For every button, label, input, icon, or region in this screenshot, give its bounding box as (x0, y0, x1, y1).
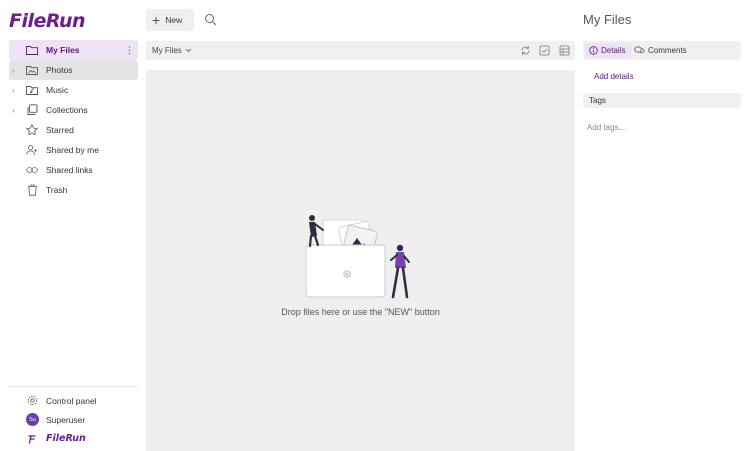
photo-icon (26, 64, 38, 76)
collections-icon (26, 104, 38, 116)
add-tags-input[interactable]: Add tags... (587, 123, 625, 132)
new-button-label: New (165, 15, 183, 25)
chevron-right-icon[interactable]: › (12, 66, 18, 75)
sidebar-item-label: Trash (46, 185, 68, 195)
chevron-right-icon[interactable]: › (12, 106, 18, 115)
user-share-icon (26, 144, 38, 156)
view-mode-icon[interactable] (559, 45, 570, 56)
gear-icon (26, 395, 38, 407)
sidebar-item-my-files[interactable]: My Files ⋮ (9, 40, 138, 60)
search-button[interactable] (203, 12, 219, 28)
new-button[interactable]: + New (146, 9, 194, 31)
empty-folder-illustration (305, 215, 410, 299)
tab-details-label: Details (601, 46, 626, 55)
avatar: Su (26, 413, 39, 426)
sidebar-item-label: My Files (46, 45, 80, 55)
control-panel-link[interactable]: Control panel (9, 391, 138, 410)
sidebar-item-label: Music (46, 85, 69, 95)
star-icon (26, 124, 38, 136)
info-icon (589, 46, 598, 55)
filerun-logo-icon (26, 433, 38, 445)
search-icon (205, 14, 217, 26)
sidebar-item-shared-links[interactable]: Shared links (9, 160, 138, 180)
sidebar: FileRun My Files ⋮ › Photos › Music › Co… (0, 0, 146, 451)
control-panel-label: Control panel (46, 395, 97, 406)
sidebar-item-music[interactable]: › Music (9, 80, 138, 100)
details-panel-title: My Files (583, 12, 632, 27)
footer-brand-text: FileRun (46, 433, 86, 444)
sidebar-footer: Control panel Su Superuser FileRun (9, 386, 138, 448)
chevron-right-icon[interactable]: › (12, 86, 18, 95)
details-tabs: Details Comments (583, 41, 741, 60)
sidebar-item-label: Shared links (46, 165, 93, 175)
sidebar-item-starred[interactable]: Starred (9, 120, 138, 140)
breadcrumb-current: My Files (152, 46, 182, 55)
file-drop-zone[interactable]: Drop files here or use the "NEW" button (146, 70, 575, 451)
app-root: FileRun My Files ⋮ › Photos › Music › Co… (0, 0, 750, 451)
path-bar: My Files (146, 41, 575, 60)
sidebar-item-label: Starred (46, 125, 74, 135)
chevron-down-icon (185, 48, 192, 53)
sidebar-item-label: Photos (46, 65, 73, 75)
sidebar-item-label: Collections (46, 105, 88, 115)
sidebar-item-shared-by-me[interactable]: Shared by me (9, 140, 138, 160)
user-menu[interactable]: Su Superuser (9, 410, 138, 429)
logo-text: FileRun (9, 10, 86, 32)
plus-icon: + (152, 12, 161, 28)
refresh-icon[interactable] (520, 45, 531, 56)
comments-icon (634, 46, 645, 53)
select-checkbox-icon[interactable] (539, 45, 550, 56)
sidebar-item-photos[interactable]: › Photos (9, 60, 138, 80)
drop-hint: Drop files here or use the "NEW" button (281, 307, 440, 317)
tags-heading: Tags (583, 93, 741, 108)
music-icon (26, 84, 38, 96)
sidebar-item-collections[interactable]: › Collections (9, 100, 138, 120)
add-details-link[interactable]: Add details (594, 72, 634, 81)
link-icon (26, 164, 38, 176)
breadcrumb[interactable]: My Files (152, 46, 192, 55)
app-logo[interactable]: FileRun (9, 8, 86, 34)
tab-comments[interactable]: Comments (634, 43, 694, 58)
user-name: Superuser (46, 414, 86, 425)
sidebar-item-label: Shared by me (46, 145, 99, 155)
sidebar-nav: My Files ⋮ › Photos › Music › Collection… (9, 40, 138, 200)
folder-icon (26, 44, 38, 56)
footer-brand: FileRun (9, 429, 138, 448)
sidebar-item-trash[interactable]: Trash (9, 180, 138, 200)
tab-comments-label: Comments (648, 46, 687, 55)
tab-details[interactable]: Details (585, 43, 631, 58)
trash-icon (26, 184, 38, 196)
more-options-icon[interactable]: ⋮ (125, 45, 134, 56)
